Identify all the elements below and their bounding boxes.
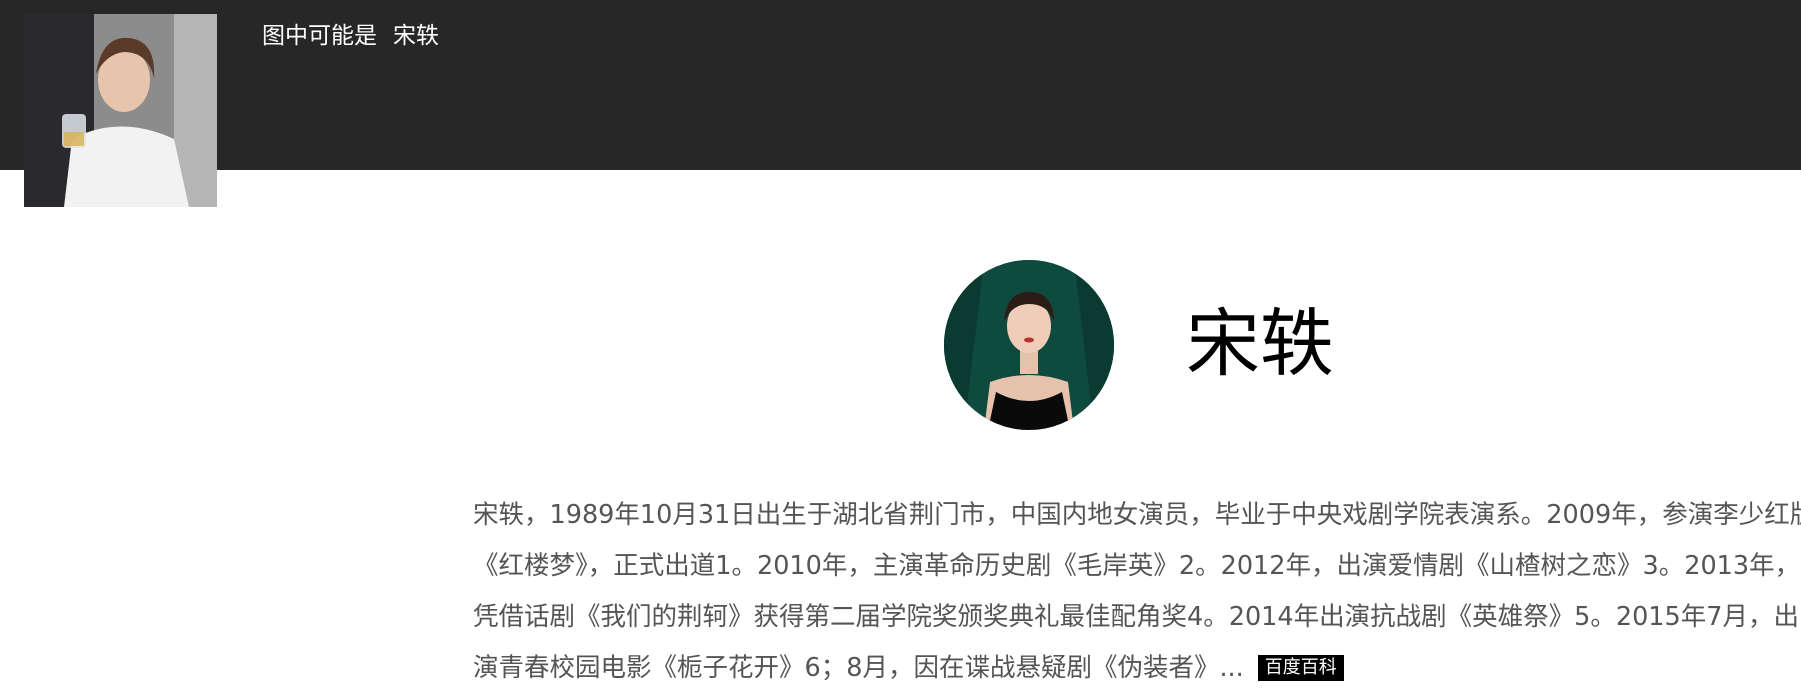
header-bar: 图中可能是 宋轶	[0, 0, 1801, 170]
description-line: 宋轶，1989年10月31日出生于湖北省荆门市，中国内地女演员，毕业于中央戏剧学…	[473, 500, 1801, 530]
entity-description: 宋轶，1989年10月31日出生于湖北省荆门市，中国内地女演员，毕业于中央戏剧学…	[473, 490, 1801, 694]
source-badge-button[interactable]: 百度百科	[1257, 655, 1344, 681]
image-caption: 图中可能是 宋轶	[262, 20, 439, 52]
entity-avatar[interactable]	[944, 260, 1114, 430]
caption-name[interactable]: 宋轶	[393, 23, 439, 49]
description-line: 凭借话剧《我们的荆轲》获得第二届学院奖颁奖典礼最佳配角奖4。2014年出演抗战剧…	[473, 602, 1799, 632]
description-line: 《红楼梦》，正式出道1。2010年，主演革命历史剧《毛岸英》2。2012年，出演…	[473, 551, 1801, 581]
description-line-last: 演青春校园电影《栀子花开》6；8月，因在谍战悬疑剧《伪装者》... 百度百科	[473, 643, 1801, 694]
query-image-thumbnail[interactable]	[24, 14, 217, 207]
description-line: 演青春校园电影《栀子花开》6；8月，因在谍战悬疑剧《伪装者》...	[473, 653, 1244, 683]
caption-prefix: 图中可能是	[262, 23, 377, 49]
entity-title: 宋轶	[1186, 301, 1334, 387]
